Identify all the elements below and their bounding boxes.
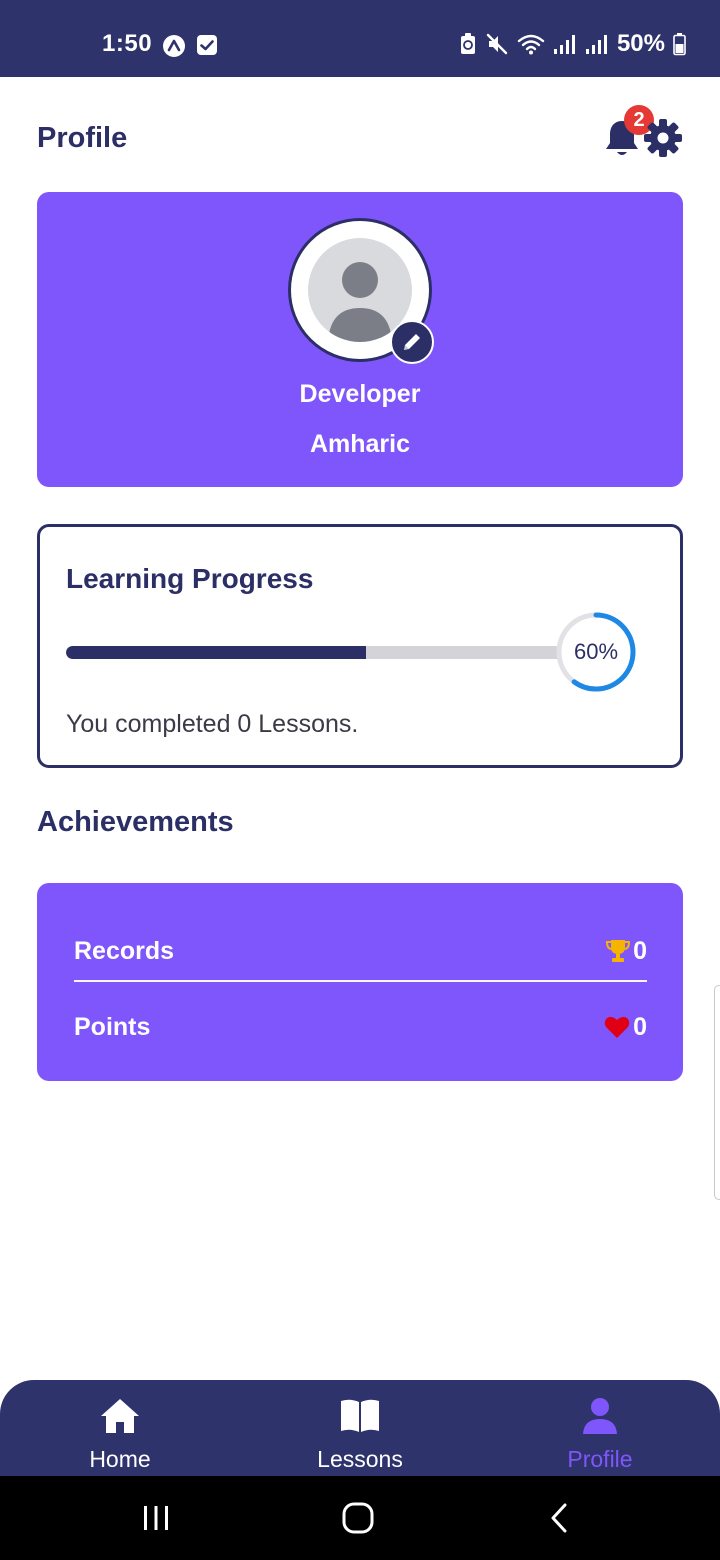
checkbox-notification-icon (197, 35, 217, 55)
progress-title: Learning Progress (66, 563, 314, 594)
achievement-row-records: Records 0 (74, 931, 647, 971)
records-label: Records (74, 936, 175, 965)
achievements-card: Records 0 Points 0 (37, 883, 683, 1081)
signal-icon (553, 35, 575, 54)
points-value-group: 0 (604, 1013, 647, 1042)
status-time: 1:50 (102, 30, 153, 57)
profile-card: Developer Amharic (37, 192, 683, 487)
recent-apps-button[interactable] (120, 1476, 192, 1560)
achievements-divider (74, 980, 647, 982)
mute-icon (486, 33, 508, 55)
battery-saver-icon (460, 33, 475, 54)
records-value: 0 (633, 936, 647, 965)
nav-lessons-label: Lessons (317, 1446, 403, 1472)
achievements-title: Achievements (37, 806, 234, 838)
points-label: Points (74, 1012, 151, 1041)
back-button[interactable] (523, 1476, 595, 1560)
learning-progress-card: Learning Progress 60% You completed 0 Le… (37, 524, 683, 768)
battery-icon (673, 33, 686, 56)
nav-lessons[interactable]: Lessons (240, 1380, 480, 1490)
nav-home[interactable]: Home (0, 1380, 240, 1490)
achievement-row-points: Points 0 (74, 1007, 647, 1047)
screen: 1:50 50% Profile 2 Developer Amharic Lea… (0, 0, 720, 1560)
language-label: Amharic (309, 430, 411, 458)
pencil-icon (404, 334, 420, 350)
person-icon (583, 1398, 617, 1434)
progress-percent: 60% (573, 639, 619, 664)
nav-profile[interactable]: Profile (480, 1380, 720, 1490)
status-bar: 1:50 50% (0, 0, 720, 77)
username: Developer (299, 380, 421, 408)
points-value: 0 (633, 1012, 647, 1041)
book-icon (341, 1399, 379, 1432)
system-nav-bar (0, 1476, 720, 1560)
completed-lessons-text: You completed 0 Lessons. (66, 710, 359, 738)
signal-icon-2 (585, 35, 607, 54)
status-left-icons (162, 34, 218, 58)
battery-percent: 50% (616, 30, 665, 57)
heart-icon (604, 1016, 630, 1038)
records-value-group: 0 (606, 937, 647, 966)
home-system-button[interactable] (322, 1476, 394, 1560)
app-notification-icon (163, 35, 185, 57)
home-system-icon (342, 1502, 374, 1534)
page-title: Profile (37, 122, 128, 154)
nav-home-label: Home (89, 1446, 151, 1472)
gear-icon[interactable] (643, 118, 683, 158)
home-icon (101, 1399, 139, 1433)
recent-apps-icon (144, 1506, 168, 1530)
wifi-icon (517, 34, 545, 55)
progress-track (66, 646, 566, 659)
edge-panel-handle[interactable] (714, 985, 720, 1200)
status-right-icons: 50% (459, 30, 686, 58)
back-icon (551, 1503, 567, 1533)
edit-avatar-button[interactable] (390, 320, 434, 364)
nav-profile-label: Profile (567, 1446, 633, 1472)
bottom-nav: Home Lessons Profile (0, 1380, 720, 1490)
progress-fill (66, 646, 366, 659)
trophy-icon (606, 940, 631, 962)
